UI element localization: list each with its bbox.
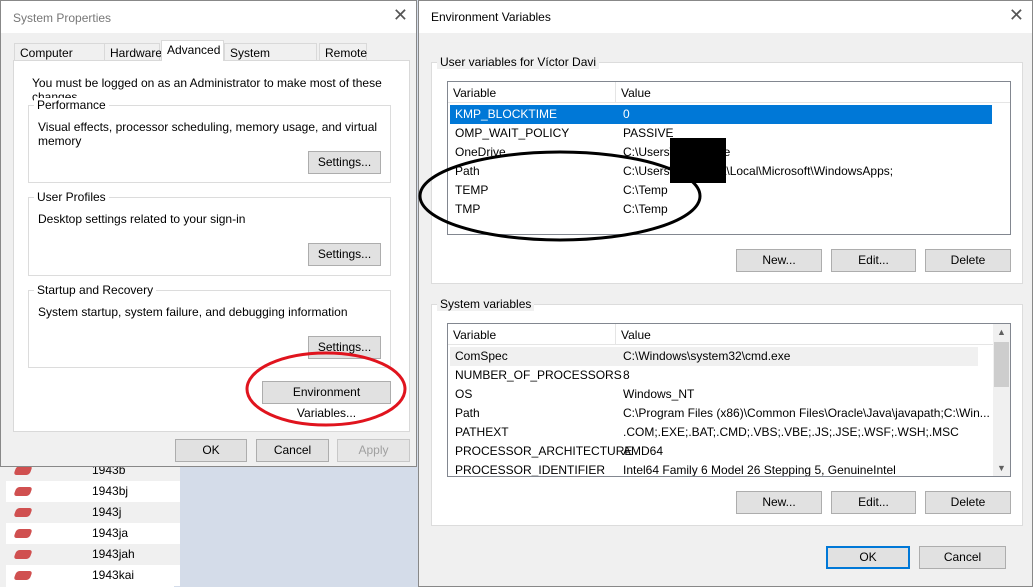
red-annotation-ellipse [245, 351, 407, 427]
black-annotation-ellipse [418, 150, 702, 242]
tab-advanced[interactable]: Advanced [161, 40, 224, 61]
annotation-layer [245, 150, 702, 427]
